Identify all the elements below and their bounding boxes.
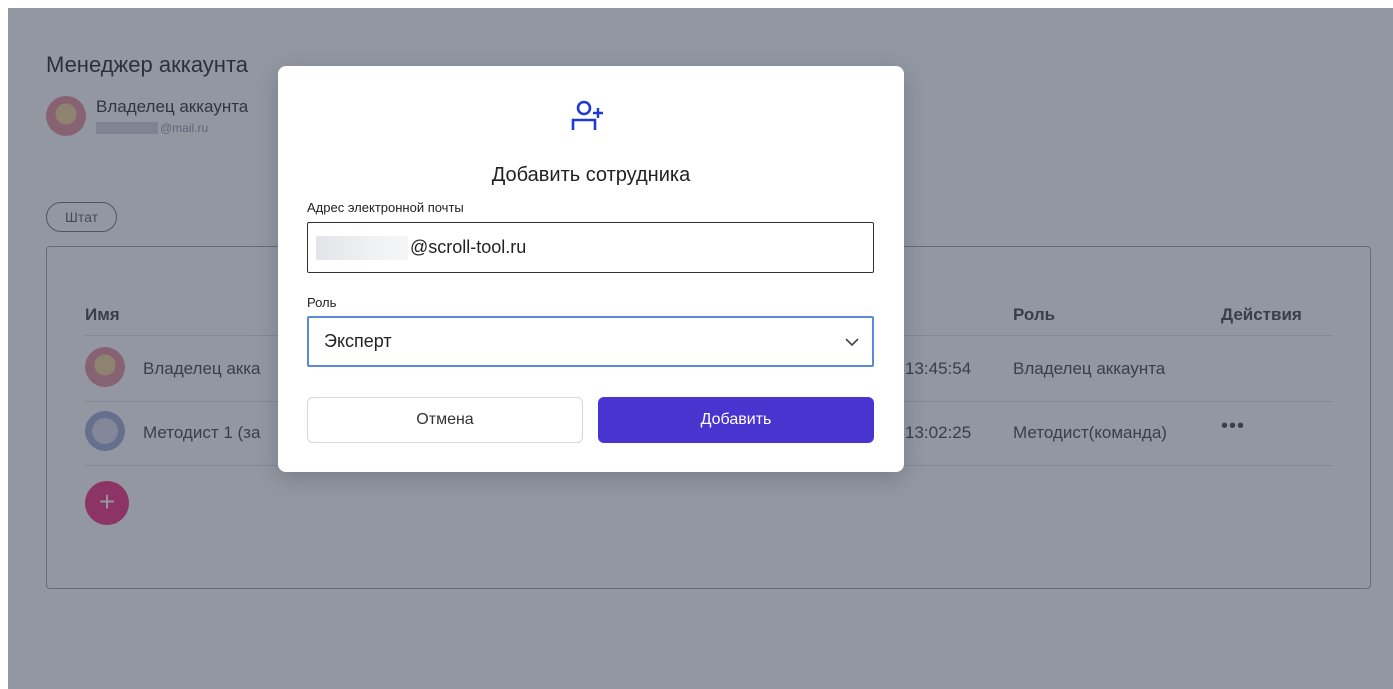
email-redaction	[316, 235, 408, 260]
add-user-icon	[571, 100, 603, 130]
chevron-down-icon	[832, 332, 872, 352]
role-select[interactable]: Эксперт	[307, 316, 874, 367]
email-field[interactable]: @scroll-tool.ru	[307, 222, 874, 273]
modal-title: Добавить сотрудника	[491, 164, 691, 186]
add-button[interactable]: Добавить	[598, 397, 874, 443]
email-label: Адрес электронной почты	[307, 200, 464, 215]
add-employee-modal: Добавить сотрудника Адрес электронной по…	[278, 66, 904, 472]
role-value: Эксперт	[324, 331, 392, 351]
cancel-button[interactable]: Отмена	[307, 397, 583, 443]
email-value: @scroll-tool.ru	[410, 237, 527, 257]
role-label: Роль	[307, 295, 337, 310]
